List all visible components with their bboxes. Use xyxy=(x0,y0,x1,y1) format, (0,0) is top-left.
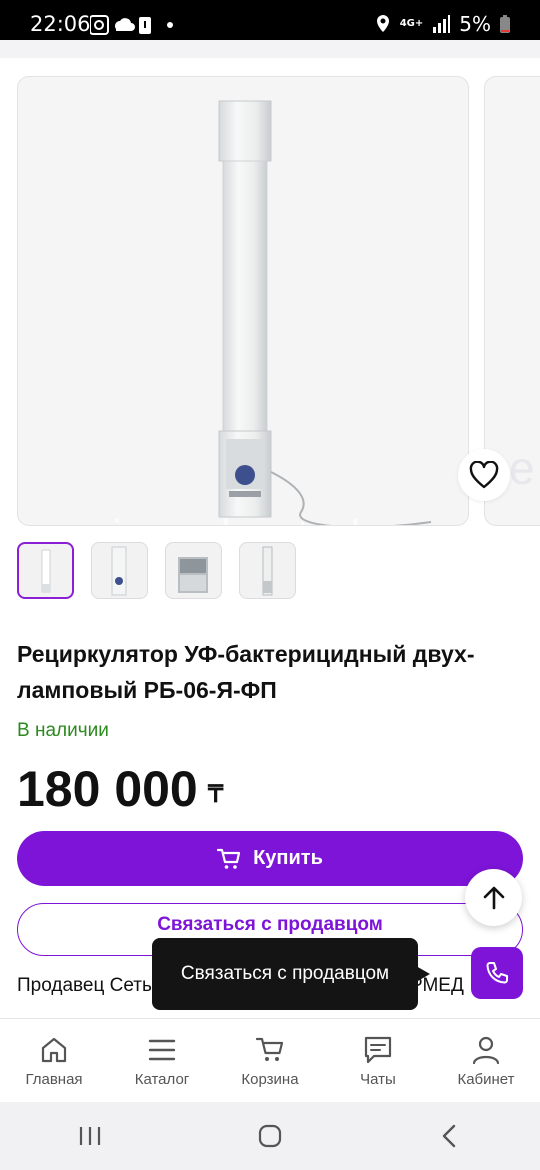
location-icon xyxy=(376,15,389,32)
arrow-up-icon xyxy=(483,886,504,909)
call-seller-button[interactable] xyxy=(471,947,523,999)
cart-icon xyxy=(255,1037,284,1061)
thumbnail-2-image xyxy=(111,546,127,596)
thumbnail-2[interactable] xyxy=(91,542,148,599)
scroll-top-button[interactable] xyxy=(465,869,522,926)
home-button-icon[interactable] xyxy=(257,1124,283,1148)
battery-icon xyxy=(500,15,510,33)
nav-catalog[interactable]: Каталог xyxy=(108,1019,216,1103)
battery-percent: 5% xyxy=(459,12,491,36)
favorite-button[interactable] xyxy=(458,449,510,501)
nav-cart-label: Корзина xyxy=(241,1070,299,1088)
notification-icons-glyphs xyxy=(90,15,173,35)
product-image-main[interactable]: emirmed.satu.kz xyxy=(17,76,469,526)
stock-status: В наличии xyxy=(17,720,109,741)
back-icon[interactable] xyxy=(437,1124,463,1148)
home-icon xyxy=(41,1037,67,1062)
recent-apps-icon[interactable] xyxy=(77,1124,103,1148)
nav-chats-label: Чаты xyxy=(360,1070,396,1088)
thumbnail-3[interactable] xyxy=(165,542,222,599)
nav-home-label: Главная xyxy=(25,1070,83,1088)
cart-icon xyxy=(217,848,241,869)
seller-info: Продавец Сеть xyxy=(17,975,152,996)
nav-account-label: Кабинет xyxy=(457,1070,515,1088)
price-currency: ₸ xyxy=(208,781,224,808)
thumbnail-1[interactable] xyxy=(17,542,74,599)
signal-icon xyxy=(433,15,451,33)
status-right: 4G+ 5% xyxy=(375,12,510,36)
product-title: Рециркулятор УФ-бактерицидный двух-лампо… xyxy=(17,641,475,703)
tooltip-text: Связаться с продавцом xyxy=(180,963,390,984)
thumbnail-strip xyxy=(17,542,296,599)
user-icon xyxy=(472,1036,500,1064)
menu-icon xyxy=(148,1039,176,1060)
contact-tooltip: Связаться с продавцом xyxy=(152,938,418,1010)
watermark: emirmed.satu.kz xyxy=(46,509,398,525)
nav-account[interactable]: Кабинет xyxy=(432,1019,540,1103)
product-photo xyxy=(218,100,432,525)
tooltip-arrow xyxy=(416,966,430,982)
phone-icon xyxy=(486,962,508,984)
thumbnail-4[interactable] xyxy=(239,542,296,599)
thumbnail-4-image xyxy=(262,546,273,596)
notification-icons xyxy=(90,15,190,35)
buy-button-label: Купить xyxy=(253,847,323,869)
bottom-navigation: Главная Каталог Корзина Чаты Кабинет xyxy=(0,1018,540,1103)
thumbnail-1-image xyxy=(41,549,51,593)
nav-catalog-label: Каталог xyxy=(134,1070,190,1088)
page-top-strip xyxy=(0,40,540,58)
watermark-partial: e xyxy=(509,442,535,494)
nav-cart[interactable]: Корзина xyxy=(216,1019,324,1103)
thumbnail-3-image xyxy=(178,557,208,593)
status-time: 22:06 xyxy=(30,12,91,36)
price-value: 180 000 xyxy=(17,761,198,817)
chat-icon xyxy=(364,1036,392,1063)
buy-button[interactable]: Купить xyxy=(17,831,523,886)
heart-icon xyxy=(469,461,499,489)
nav-home[interactable]: Главная xyxy=(0,1019,108,1103)
nav-chats[interactable]: Чаты xyxy=(324,1019,432,1103)
network-type: 4G+ xyxy=(399,18,424,29)
system-nav-bar xyxy=(0,1102,540,1170)
contact-seller-label: Связаться с продавцом xyxy=(157,913,383,935)
